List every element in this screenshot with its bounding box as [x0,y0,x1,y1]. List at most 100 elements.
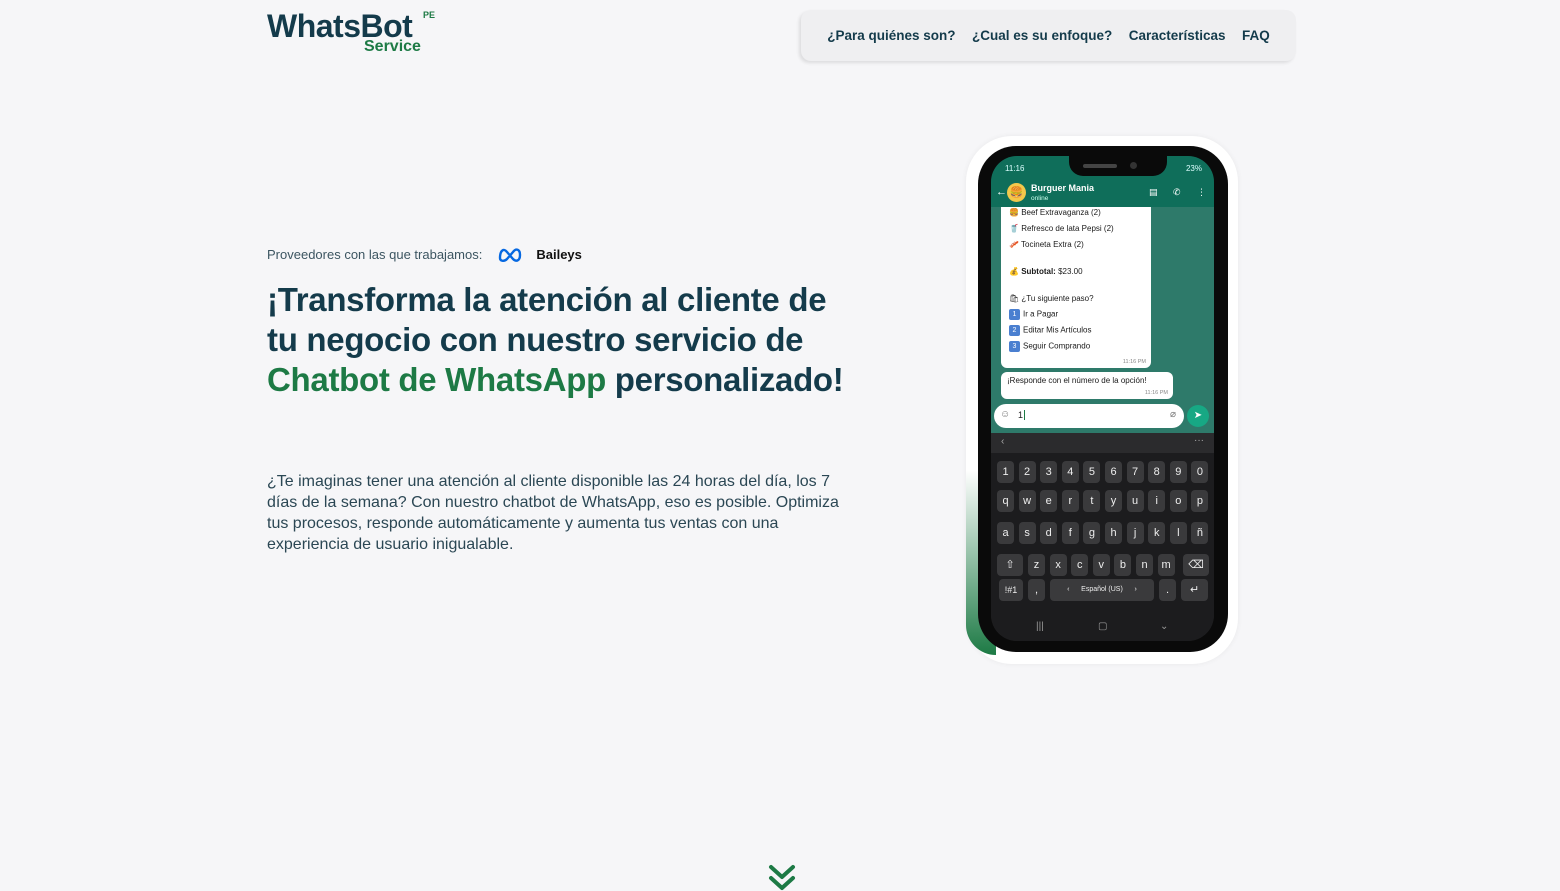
providers-row: Proveedores con las que trabajamos: Bail… [267,243,582,265]
keyboard-key[interactable]: 8 [1148,461,1166,483]
keyboard-key[interactable]: ⇧ [997,554,1023,576]
keyboard-key[interactable]: z [1028,554,1045,576]
keyboard-more-icon[interactable]: ··· [1194,435,1204,446]
attach-icon[interactable]: ⌀ [1170,409,1176,420]
keyboard-key[interactable]: s [1018,522,1036,544]
keyboard-key[interactable]: 6 [1105,461,1122,483]
hero-headline: ¡Transforma la atención al cliente de tu… [267,280,857,400]
keyboard-key[interactable]: w [1018,490,1036,512]
provider-name: Baileys [536,246,582,262]
key-symbols[interactable]: !#1 [999,579,1023,601]
recents-icon[interactable]: ||| [1036,621,1044,632]
keyboard-key[interactable]: h [1105,522,1122,544]
emoji-icon[interactable]: ☺ [1000,409,1010,420]
burger-avatar-icon[interactable]: 🍔 [1007,183,1026,202]
keyboard-key[interactable]: y [1105,490,1122,512]
nav-link-para-quienes[interactable]: ¿Para quiénes son? [827,28,955,43]
keyboard-key[interactable]: 5 [1083,461,1101,483]
keyboard-key[interactable]: b [1114,554,1132,576]
key-dot[interactable]: . [1159,579,1176,601]
phone-screen: 11:16 23% ← 🍔 Burguer Mania online ▤ ✆ ⋮… [991,156,1214,641]
keyboard-key[interactable]: 3 [1040,461,1058,483]
chat-area: 🍔 Beef Extravaganza (2) 🥤 Refresco de la… [991,207,1214,433]
chat-header: ← 🍔 Burguer Mania online ▤ ✆ ⋮ [991,180,1214,207]
keyboard-key[interactable]: d [1040,522,1058,544]
keyboard-key[interactable]: 4 [1061,461,1079,483]
keyboard-key[interactable]: 7 [1126,461,1144,483]
logo[interactable]: WhatsBot PE Service [267,8,442,58]
store-icon[interactable]: ▤ [1149,187,1158,198]
option-item: 3 Seguir Comprando [1009,341,1090,352]
keyboard-key[interactable]: f [1061,522,1079,544]
message-input-value: 1 [1018,410,1026,420]
keyboard-key[interactable]: m [1157,554,1175,576]
meta-logo-icon [499,248,522,262]
keyboard-key[interactable]: p [1191,490,1209,512]
keyboard-key[interactable]: 0 [1191,461,1209,483]
next-step: 🛍 ¿Tu siguiente paso? [1009,294,1094,303]
keyboard-key[interactable]: n [1136,554,1153,576]
nav-link-enfoque[interactable]: ¿Cual es su enfoque? [972,28,1112,43]
nav-link-caracteristicas[interactable]: Características [1129,28,1226,43]
keyboard-key[interactable]: r [1061,490,1079,512]
keyboard-key[interactable]: x [1049,554,1067,576]
keyboard-key[interactable]: e [1040,490,1058,512]
status-battery: 23% [1185,164,1202,173]
key-comma[interactable]: , [1028,579,1045,601]
keyboard-key[interactable]: k [1148,522,1166,544]
keyboard-key[interactable]: 9 [1169,461,1187,483]
keyboard-key[interactable]: j [1126,522,1144,544]
headline-part1: ¡Transforma la atención al cliente de tu… [267,281,827,358]
keyboard-key[interactable]: v [1092,554,1110,576]
option-item: 2 Editar Mis Artículos [1009,325,1091,336]
scroll-down-chevron-icon[interactable] [768,864,796,891]
speaker [1083,164,1117,168]
message-time: 11:16 PM [1122,359,1146,365]
order-item: 🍔 Beef Extravaganza (2) [1009,208,1101,217]
send-button[interactable]: ➤ [1187,405,1209,427]
reply-prompt-text: ¡Responde con el número de la opción! [1007,376,1147,385]
keyboard-key[interactable]: l [1169,522,1187,544]
phone-call-icon[interactable]: ✆ [1173,187,1181,198]
home-icon[interactable]: ▢ [1098,621,1107,632]
status-time: 11:16 [1005,164,1025,173]
order-item: 🥓 Tocineta Extra (2) [1009,240,1084,249]
keyboard-key[interactable]: 2 [1018,461,1036,483]
reply-prompt-bubble: ¡Responde con el número de la opción! 11… [1001,372,1173,399]
camera [1130,162,1137,169]
nav-link-faq[interactable]: FAQ [1242,28,1270,43]
providers-label: Proveedores con las que trabajamos: [267,246,483,262]
keyboard-key[interactable]: a [997,522,1014,544]
logo-sub-text: Service [364,38,421,55]
chat-status: online [1031,195,1049,202]
logo-sup-text: PE [423,10,436,20]
keyboard-toolbar: ‹ ··· [991,433,1214,453]
hero-description: ¿Te imaginas tener una atención al clien… [267,473,839,553]
keyboard-key[interactable]: i [1148,490,1166,512]
key-space[interactable]: ‹ Español (US) › [1050,579,1154,601]
back-nav-icon[interactable]: ⌄ [1160,621,1168,632]
keyboard-key[interactable]: u [1126,490,1144,512]
subtotal: 💰 Subtotal: $23.00 [1009,267,1083,276]
key-enter[interactable]: ↵ [1181,579,1208,601]
keyboard-back-icon[interactable]: ‹ [1001,436,1004,447]
keyboard-key[interactable]: q [997,490,1014,512]
keyboard: ‹ ··· 1 2 3 4 5 6 7 8 9 0 q w e r t y u i o p a s d f g h j k l ñ ⇧ z x c… [991,433,1214,641]
keyboard-key[interactable]: o [1169,490,1187,512]
keyboard-key[interactable]: ñ [1191,522,1209,544]
order-summary-bubble: 🍔 Beef Extravaganza (2) 🥤 Refresco de la… [1001,207,1151,368]
keyboard-key[interactable]: g [1083,522,1101,544]
headline-part2: personalizado! [605,361,844,398]
main-nav: ¿Para quiénes son? ¿Cual es su enfoque? … [801,10,1296,61]
keyboard-key[interactable]: ⌫ [1183,554,1209,576]
keyboard-key[interactable]: t [1083,490,1101,512]
chat-name: Burguer Mania [1031,183,1095,193]
keyboard-key[interactable]: c [1071,554,1089,576]
back-arrow-icon[interactable]: ← [996,186,1007,198]
more-menu-icon[interactable]: ⋮ [1197,187,1206,198]
keyboard-key[interactable]: 1 [997,461,1014,483]
message-input[interactable]: ☺ 1 ⌀ [994,404,1184,428]
option-item: 1 Ir a Pagar [1009,309,1058,320]
message-time: 11:16 PM [1144,390,1168,396]
headline-green: Chatbot de WhatsApp [267,361,606,398]
